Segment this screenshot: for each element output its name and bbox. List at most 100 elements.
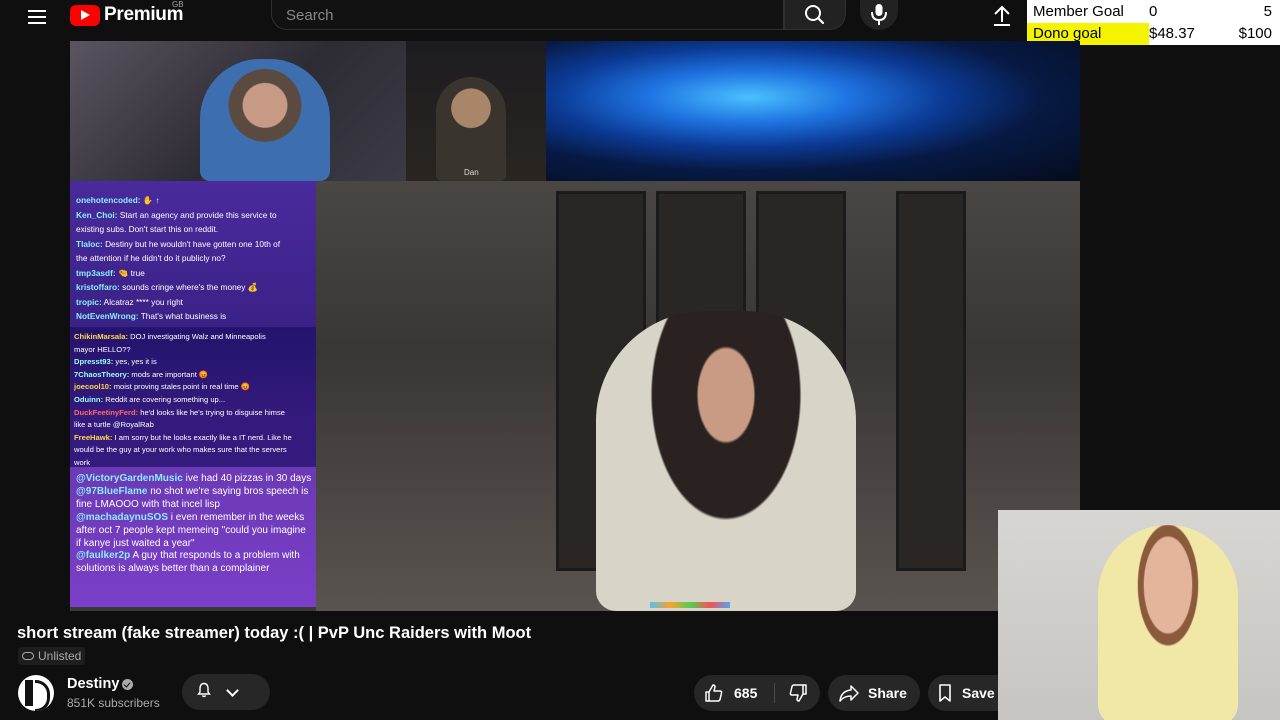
chat-username: Oduinn: [74, 394, 104, 404]
chat-username: @97BlueFlame [76, 485, 148, 497]
fridge [896, 191, 966, 571]
share-label: Share [868, 685, 907, 701]
unlisted-badge: Unlisted [18, 647, 86, 665]
reactor-facecam [998, 510, 1280, 720]
chat-text: Destiny but he wouldn't have gotten one … [105, 238, 281, 249]
thumbs-up-icon [705, 684, 723, 702]
chevron-down-icon [226, 684, 239, 697]
channel-name[interactable]: Destiny [67, 676, 119, 692]
chat-text: sounds cringe where's the money 💰 [122, 282, 259, 292]
chat-username: DuckFeetinyFerd: [74, 407, 139, 417]
like-dislike-group: 685 [694, 675, 820, 711]
chat-message: tropic: Alcatraz **** you right [76, 295, 312, 310]
chat-username: Dpresst93: [74, 357, 114, 367]
chat-message: the attention if he didn't do it publicl… [76, 251, 312, 266]
chat-username: ChikinMarsala: [74, 332, 129, 341]
guest-webcam: Dan [406, 41, 546, 181]
channel-avatar[interactable] [18, 675, 54, 711]
chat-username: FreeHawk: [74, 432, 113, 442]
chat-message: FreeHawk: I am sorry but he looks exactl… [74, 432, 312, 445]
like-count: 685 [734, 685, 758, 701]
chat-text: mods are important 😡 [131, 369, 209, 379]
chat-username: @machadaynuSOS [76, 511, 169, 523]
top-bar: Premium GB Member Goal 0 5 [0, 0, 1280, 46]
save-label: Save [962, 685, 995, 701]
chat-username: Tlaloc: [76, 238, 103, 249]
chat-message: 7ChaosTheory: mods are important 😡 [74, 369, 312, 382]
chat-username: Ken_Choi: [76, 209, 118, 220]
guest-room-scene [316, 181, 1080, 611]
video-player[interactable]: Dan onehotencoded: ✋ ↑ Ken_Choi: Start an… [70, 41, 1080, 611]
subscriber-count: 851K subscribers [67, 696, 160, 710]
dono-goal-label: Dono goal [1033, 25, 1102, 42]
chat-message: like a turtle @RoyalRab [74, 419, 312, 432]
chat-username: @faulker2p [76, 550, 131, 562]
region-code: GB [172, 0, 184, 9]
chat-text: would be the guy at your work who makes … [74, 445, 287, 455]
chat-message: Ken_Choi: Start an agency and provide th… [76, 208, 312, 223]
chat-text: Reddit are covering something up... [105, 394, 226, 404]
chat-text: Start an agency and provide this service… [119, 209, 277, 220]
share-button[interactable]: Share [828, 675, 920, 711]
reactor-person [1098, 525, 1238, 720]
search-button[interactable] [784, 0, 846, 30]
thumbs-down-icon [789, 684, 807, 702]
chat-text: existing subs. Don't start this on reddi… [76, 224, 219, 234]
search-input[interactable] [286, 4, 766, 26]
chat-text: work [74, 457, 91, 467]
video-title: short stream (fake streamer) today :( | … [17, 624, 532, 642]
chat-text: mayor HELLO?? [74, 344, 131, 354]
voice-search-button[interactable] [860, 0, 898, 30]
youtube-premium-logo[interactable]: Premium [70, 4, 184, 26]
chat-text: Alcatraz **** you right [103, 296, 183, 307]
chat-message: onehotencoded: ✋ ↑ [76, 193, 312, 208]
chat-text: ✋ ↑ [142, 195, 160, 205]
dono-goal-current: $48.37 [1149, 25, 1195, 42]
chat-message: existing subs. Don't start this on reddi… [76, 222, 312, 237]
search-box [271, 0, 784, 30]
menu-icon[interactable] [20, 4, 54, 26]
link-icon [22, 652, 34, 660]
member-goal: Member Goal 0 5 [1027, 1, 1280, 23]
like-button[interactable]: 685 [694, 675, 774, 711]
chat-username: joecool10: [74, 382, 112, 392]
mic-icon [871, 4, 887, 25]
chat-message: ChikinMarsala: DOJ investigating Walz an… [74, 331, 312, 344]
chat-message: @97BlueFlame no shot we're saying bros s… [76, 486, 312, 512]
chat-username: @VictoryGardenMusic [76, 473, 183, 484]
chat-username: NotEvenWrong: [76, 311, 139, 321]
chat-message: mayor HELLO?? [74, 344, 312, 357]
host-person [200, 59, 330, 181]
dislike-button[interactable] [775, 675, 820, 711]
verified-icon [122, 679, 133, 690]
chat-text: That's what business is [140, 311, 227, 321]
main-streamer [596, 311, 856, 611]
chat-message: Oduinn: Reddit are covering something up… [74, 394, 312, 407]
unlisted-label: Unlisted [38, 649, 82, 663]
member-goal-current: 0 [1149, 3, 1158, 20]
chat-top-list: onehotencoded: ✋ ↑ Ken_Choi: Start an age… [76, 193, 312, 324]
subscribed-notification-button[interactable] [182, 674, 270, 710]
chat-text: DOJ investigating Walz and Minneapolis [130, 332, 266, 341]
save-button[interactable]: Save [928, 675, 998, 711]
chat-message: joecool10: moist proving stales point in… [74, 381, 312, 394]
chat-message: @faulker2p A guy that responds to a prob… [76, 550, 312, 576]
chat-message: Tlaloc: Destiny but he wouldn't have got… [76, 237, 312, 252]
chat-text: like a turtle @RoyalRab [74, 420, 154, 430]
chat-message: @VictoryGardenMusic ive had 40 pizzas in… [76, 473, 312, 486]
chat-message: kristoffaro: sounds cringe where's the m… [76, 280, 312, 295]
chat-bottom-list: @VictoryGardenMusic ive had 40 pizzas in… [70, 467, 316, 607]
chat-mid-list: ChikinMarsala: DOJ investigating Walz an… [70, 327, 316, 467]
upload-icon [994, 5, 1010, 26]
desktop-wallpaper [546, 41, 1080, 181]
chat-username: 7ChaosTheory: [74, 369, 130, 379]
chat-text: he'd looks like he's trying to disguise … [140, 407, 285, 417]
guest-label: Dan [464, 168, 479, 177]
chat-message: DuckFeetinyFerd: he'd looks like he's tr… [74, 407, 312, 420]
chat-message: tmp3asdf: 🤏 true [76, 266, 312, 281]
chat-text: I am sorry but he looks exactly like a I… [114, 432, 292, 442]
chat-username: kristoffaro: [76, 282, 120, 292]
guest-person [436, 77, 506, 181]
chat-text: moist proving stales point in real time … [113, 382, 251, 392]
upload-button[interactable] [988, 2, 1016, 28]
